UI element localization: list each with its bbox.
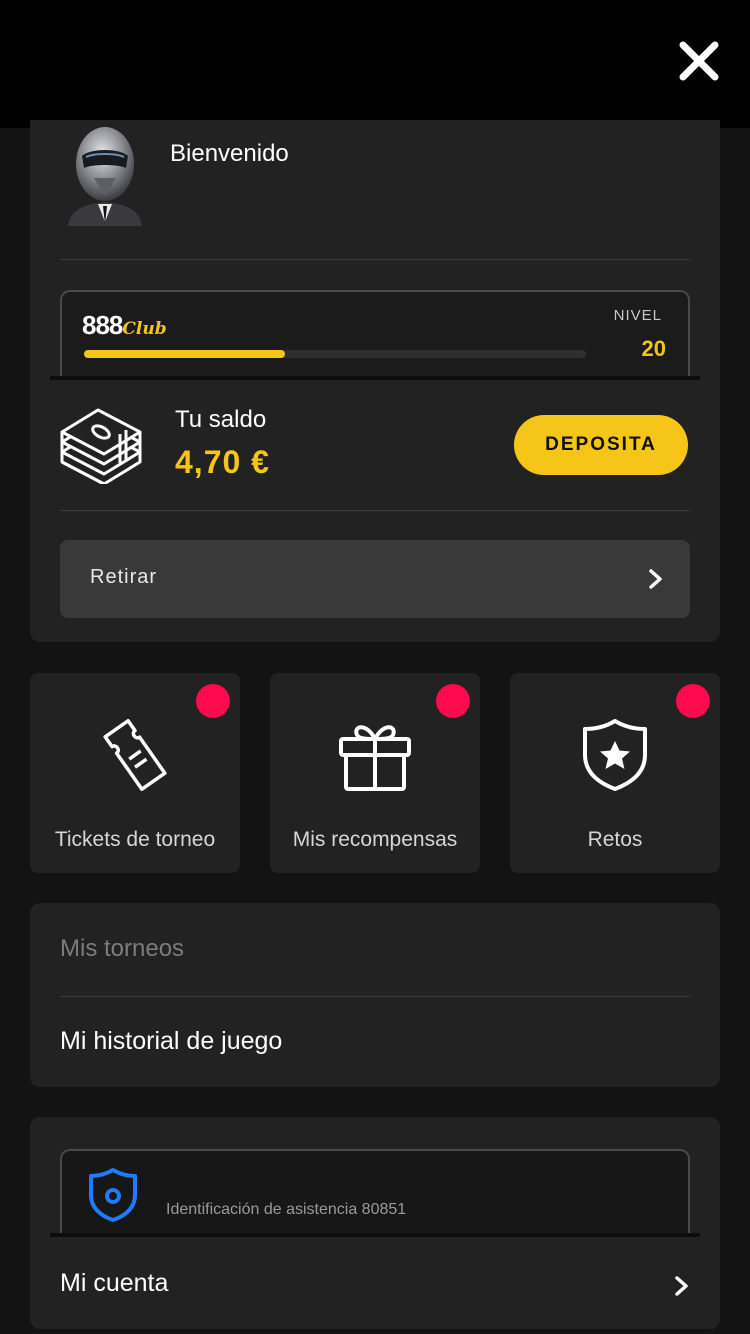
gift-icon bbox=[339, 725, 411, 791]
balance-label: Tu saldo bbox=[175, 406, 267, 433]
avatar[interactable] bbox=[64, 126, 146, 226]
tile-label: Tickets de torneo bbox=[54, 828, 216, 851]
chevron-right-icon bbox=[649, 569, 662, 589]
tile-label: Retos bbox=[587, 828, 643, 851]
menu-item-my-tournaments[interactable]: Mis torneos bbox=[60, 935, 690, 963]
level-label: NIVEL bbox=[613, 307, 662, 324]
balance-value: 4,70 € bbox=[175, 444, 270, 480]
top-bar bbox=[0, 0, 750, 128]
divider bbox=[60, 996, 690, 997]
support-id-text: Identificación de asistencia 80851 bbox=[166, 1201, 407, 1218]
money-stack-icon bbox=[60, 408, 142, 484]
withdraw-button[interactable]: Retirar bbox=[60, 540, 690, 618]
my-account-label: Mi cuenta bbox=[60, 1269, 169, 1297]
divider bbox=[60, 259, 690, 260]
notification-dot bbox=[436, 684, 470, 718]
club-logo: 888Club bbox=[82, 310, 167, 340]
shield-star-icon bbox=[583, 719, 647, 791]
level-value: 20 bbox=[641, 336, 666, 361]
my-account-row[interactable]: Mi cuenta bbox=[60, 1267, 690, 1307]
shield-icon bbox=[89, 1168, 137, 1222]
notification-dot bbox=[676, 684, 710, 718]
club-card-edge bbox=[50, 376, 700, 380]
ticket-icon bbox=[103, 719, 167, 791]
withdraw-label: Retirar bbox=[90, 566, 158, 588]
support-id-card: Identificación de asistencia 80851 bbox=[60, 1149, 690, 1237]
tile-challenges[interactable]: Retos bbox=[510, 673, 720, 873]
account-card: Identificación de asistencia 80851 Mi cu… bbox=[30, 1117, 720, 1329]
deposit-button[interactable]: DEPOSITA bbox=[514, 415, 688, 475]
tile-label: Mis recompensas bbox=[292, 828, 458, 851]
menu-item-game-history[interactable]: Mi historial de juego bbox=[60, 1027, 690, 1056]
club-level-card[interactable]: 888Club NIVEL 20 bbox=[60, 290, 690, 380]
divider bbox=[60, 510, 690, 511]
notification-dot bbox=[196, 684, 230, 718]
close-icon[interactable] bbox=[678, 40, 720, 82]
level-progress-fill bbox=[84, 350, 285, 358]
tile-tournament-tickets[interactable]: Tickets de torneo bbox=[30, 673, 240, 873]
profile-card: Bienvenido 888Club NIVEL 20 Tu saldo 4,7… bbox=[30, 120, 720, 642]
level-progress-bar bbox=[84, 350, 586, 358]
chevron-right-icon bbox=[675, 1276, 688, 1296]
support-card-edge bbox=[50, 1233, 700, 1237]
welcome-text: Bienvenido bbox=[170, 140, 289, 167]
tile-my-rewards[interactable]: Mis recompensas bbox=[270, 673, 480, 873]
games-menu-card: Mis torneos Mi historial de juego bbox=[30, 903, 720, 1087]
